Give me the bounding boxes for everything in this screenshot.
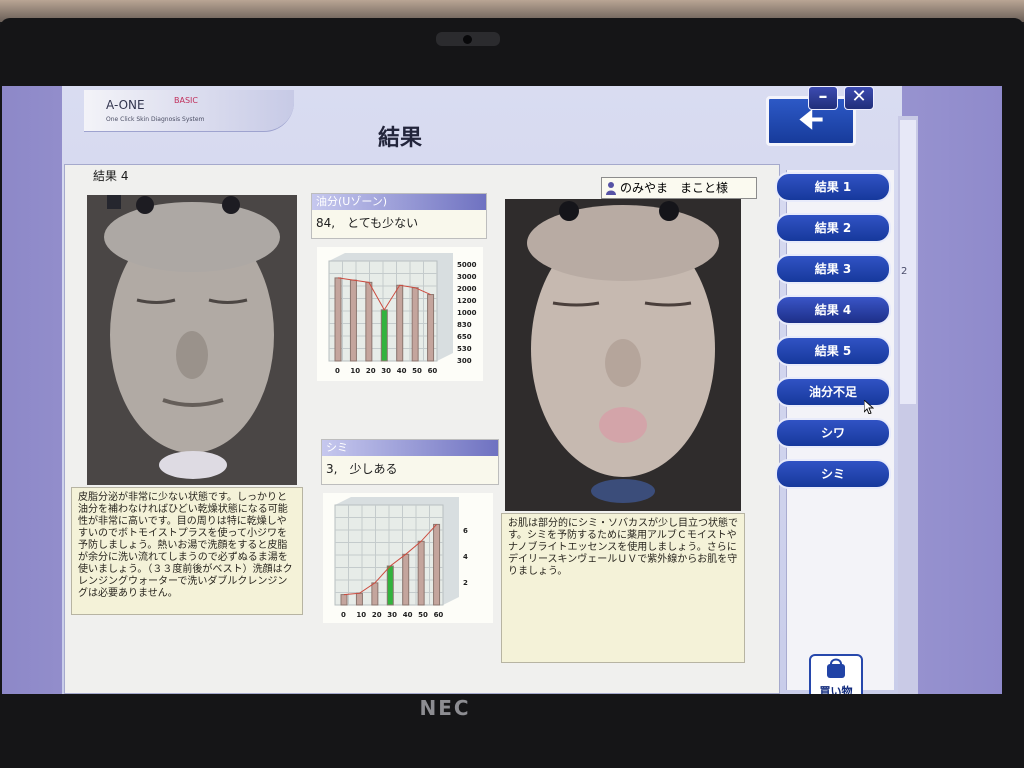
chart-bar [411, 287, 419, 362]
chart-bar [355, 592, 363, 606]
chart-x-tick: 30 [387, 611, 397, 619]
close-icon: ✕ [851, 86, 867, 107]
shopping-bag-icon [827, 658, 845, 678]
spot-value: 3, 少しある [326, 462, 398, 476]
chart-x-tick: 10 [350, 367, 360, 375]
advice-text-right: お肌は部分的にシミ・ソバカスが少し目立つ状態です。シミを予防するために薬用アルブ… [501, 513, 745, 663]
chart-x-tick: 40 [403, 611, 413, 619]
webcam-lens [463, 35, 472, 44]
chart-y-tick: 530 [457, 345, 472, 353]
chart-x-tick: 0 [341, 611, 346, 619]
chart-y-tick: 2 [463, 579, 468, 587]
chart-x-tick: 60 [434, 611, 444, 619]
chart-bar [365, 281, 373, 362]
scroll-label: 2 [901, 266, 908, 277]
chart-x-tick: 10 [356, 611, 366, 619]
patient-name: のみやま まこと様 [620, 181, 729, 195]
chart-y-tick: 2000 [457, 285, 477, 293]
chart-y-tick: 3000 [457, 273, 477, 281]
chart-x-tick: 0 [335, 367, 340, 375]
scrollbar-thumb[interactable] [900, 120, 916, 404]
nav-spots[interactable]: シミ [775, 459, 891, 489]
chart-y-tick: 300 [457, 357, 472, 365]
chart-x-tick: 30 [381, 367, 391, 375]
nec-logo: NEC [419, 696, 471, 720]
person-icon [606, 182, 616, 195]
chart-y-tick: 1200 [457, 297, 477, 305]
oil-chart: 0 10 20 30 40 50 60 5000 3000 2000 1200 1000 830 650 5… [317, 247, 483, 381]
shopping-label: 買い物 [819, 685, 853, 694]
result-panel: 結果 4 のみやま まこと様 皮脂分泌が非常に少ない状態です。しっかりと油分を補… [64, 164, 780, 694]
app-logo: A-ONE BASIC One Click Skin Diagnosis Sys… [84, 90, 294, 132]
advice-text-left: 皮脂分泌が非常に少ない状態です。しっかりと油分を補わなければひどい乾燥状態になる… [71, 487, 303, 615]
nav-result-4[interactable]: 結果 4 [775, 295, 891, 325]
chart-bar [349, 279, 357, 362]
oil-metric: 油分(Uゾーン) 84, とても少ない [311, 193, 487, 239]
result-nav: 結果 1 結果 2 結果 3 結果 4 結果 5 油分不足 シワ シミ 買い物 … [775, 170, 894, 694]
chart-x-tick: 50 [418, 611, 428, 619]
minimize-button[interactable]: – [808, 86, 838, 110]
nav-result-1[interactable]: 結果 1 [775, 172, 891, 202]
chart-bar [380, 309, 388, 362]
face-photo-visible [505, 199, 741, 511]
logo-subtitle: One Click Skin Diagnosis System [106, 116, 205, 123]
panel-title: 結果 4 [93, 169, 129, 183]
close-button[interactable]: ✕ [844, 86, 874, 110]
chart-bar [386, 565, 394, 606]
chart-bar [396, 284, 404, 362]
app-window: A-ONE BASIC One Click Skin Diagnosis Sys… [62, 86, 902, 694]
chart-bar [371, 582, 379, 606]
spot-metric: シミ 3, 少しある [321, 439, 499, 485]
webcam [436, 32, 500, 46]
spot-label: シミ [322, 440, 498, 456]
chart-y-tick: 6 [463, 527, 468, 535]
chart-x-tick: 60 [428, 367, 438, 375]
chart-bar [402, 553, 410, 606]
spot-chart: 0 10 20 30 40 50 60 6 4 2 [323, 493, 493, 623]
minimize-icon: – [818, 86, 828, 107]
nav-result-3[interactable]: 結果 3 [775, 254, 891, 284]
patient-name-box: のみやま まこと様 [601, 177, 757, 199]
oil-value: 84, とても少ない [316, 216, 419, 230]
chart-bar [334, 277, 342, 362]
nav-result-5[interactable]: 結果 5 [775, 336, 891, 366]
page-title: 結果 [378, 126, 423, 151]
nav-result-2[interactable]: 結果 2 [775, 213, 891, 243]
face-photo-uv [87, 195, 297, 485]
nav-wrinkles[interactable]: シワ [775, 418, 891, 448]
shopping-button[interactable]: 買い物 [809, 654, 863, 694]
logo-basic-text: BASIC [174, 96, 198, 105]
logo-main-text: A-ONE [106, 98, 145, 112]
chart-x-tick: 20 [366, 367, 376, 375]
chart-y-tick: 4 [463, 553, 468, 561]
chart-y-tick: 830 [457, 321, 472, 329]
chart-y-tick: 5000 [457, 261, 477, 269]
chart-bar [417, 540, 425, 606]
chart-bar [340, 594, 348, 606]
chart-bar [427, 294, 435, 362]
oil-label: 油分(Uゾーン) [312, 194, 486, 210]
chart-y-tick: 650 [457, 333, 472, 341]
chart-x-tick: 40 [397, 367, 407, 375]
screen: A-ONE BASIC One Click Skin Diagnosis Sys… [2, 86, 1002, 694]
mouse-cursor-icon [864, 400, 874, 414]
chart-bar [433, 523, 441, 606]
chart-y-tick: 1000 [457, 309, 477, 317]
scrollbar[interactable]: 2 [898, 116, 918, 694]
chart-x-tick: 20 [372, 611, 382, 619]
chart-x-tick: 50 [412, 367, 422, 375]
